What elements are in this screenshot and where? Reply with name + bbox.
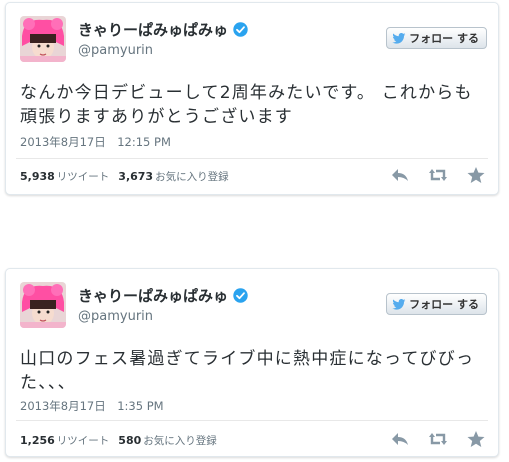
verified-icon [233, 22, 248, 37]
favorite-label[interactable]: お気に入り登録 [155, 169, 229, 184]
avatar[interactable] [20, 16, 66, 62]
display-name[interactable]: きゃりーぱみゅぱみゅ [78, 285, 228, 306]
tweet-card: きゃりーぱみゅぱみゅ @pamyurin フォロー する 山口のフェス暑過ぎてラ… [5, 268, 499, 457]
tweet-actions [390, 166, 486, 184]
follow-button[interactable]: フォロー する [386, 293, 487, 315]
tweet-text: 山口のフェス暑過ぎてライブ中に熱中症になってびびった、、、 [20, 349, 475, 393]
reply-icon[interactable] [390, 430, 410, 448]
twitter-bird-icon [392, 298, 406, 310]
retweet-label[interactable]: リツイート [57, 169, 110, 184]
reply-icon[interactable] [390, 166, 410, 184]
retweet-icon[interactable] [428, 430, 448, 448]
divider [16, 420, 488, 421]
follow-label: フォロー する [409, 32, 479, 45]
follow-label: フォロー する [409, 298, 479, 311]
tweet-actions [390, 430, 486, 448]
tweet-text: なんか今日デビューして2周年みたいです。 これからも頑張りますありがとうございま… [20, 83, 473, 127]
follow-button[interactable]: フォロー する [386, 27, 487, 49]
retweet-count[interactable]: 5,938 [20, 170, 55, 183]
author-name-row: きゃりーぱみゅぱみゅ [78, 19, 248, 40]
screen-name[interactable]: @pamyurin [78, 43, 153, 58]
retweet-label[interactable]: リツイート [57, 433, 110, 448]
tweet-card: きゃりーぱみゅぱみゅ @pamyurin フォロー する なんか今日デビューして… [5, 2, 499, 195]
display-name[interactable]: きゃりーぱみゅぱみゅ [78, 19, 228, 40]
timestamp[interactable]: 2013年8月17日 1:35 PM [20, 398, 164, 414]
divider [16, 158, 488, 159]
tweet-stats: 5,938 リツイート 3,673 お気に入り登録 [20, 169, 236, 184]
favorite-star-icon[interactable] [466, 430, 486, 448]
favorite-label[interactable]: お気に入り登録 [143, 433, 217, 448]
verified-icon [233, 288, 248, 303]
timestamp[interactable]: 2013年8月17日 12:15 PM [20, 134, 171, 150]
avatar[interactable] [20, 282, 66, 328]
retweet-count[interactable]: 1,256 [20, 434, 55, 447]
tweet-stats: 1,256 リツイート 580 お気に入り登録 [20, 433, 224, 448]
twitter-bird-icon [392, 32, 406, 44]
screen-name[interactable]: @pamyurin [78, 309, 153, 324]
retweet-icon[interactable] [428, 166, 448, 184]
author-name-row: きゃりーぱみゅぱみゅ [78, 285, 248, 306]
favorite-count[interactable]: 3,673 [118, 170, 153, 183]
favorite-count[interactable]: 580 [118, 434, 141, 447]
favorite-star-icon[interactable] [466, 166, 486, 184]
